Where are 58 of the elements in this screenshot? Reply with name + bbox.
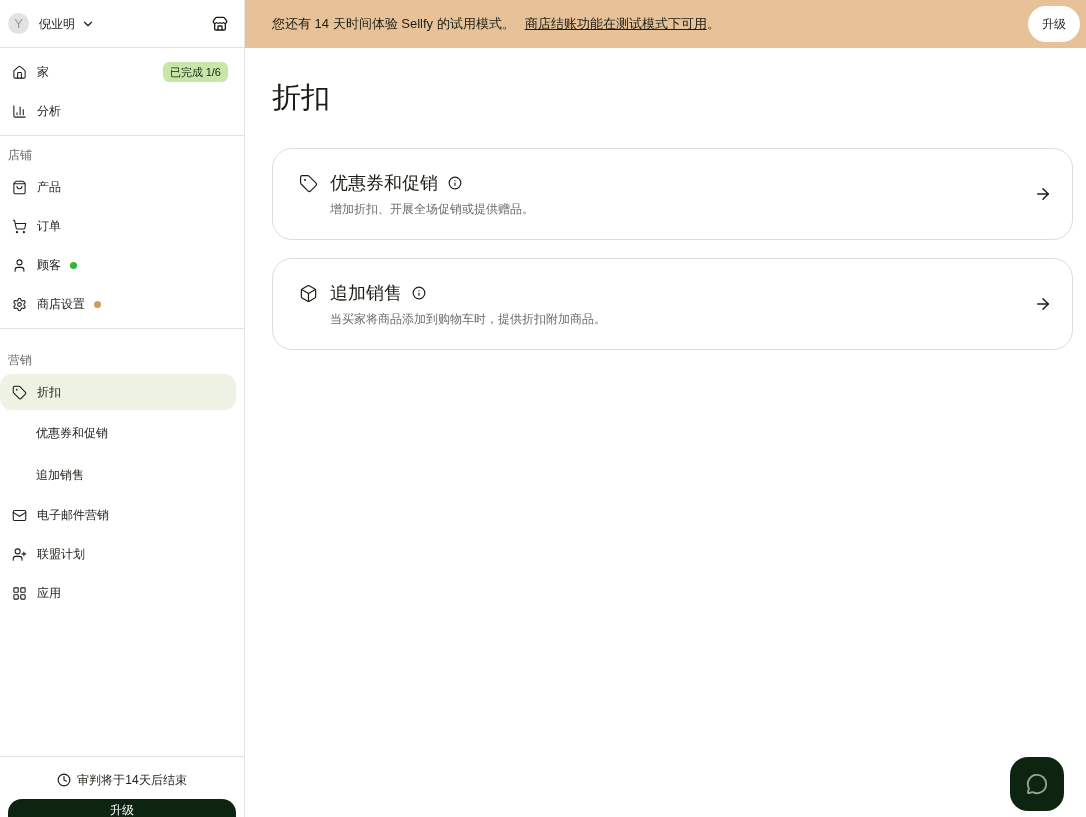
nav-label: 家	[37, 64, 49, 81]
card-title: 追加销售	[330, 281, 402, 305]
card-description: 当买家将商品添加到购物车时，提供折扣附加商品。	[330, 310, 606, 328]
grid-icon	[12, 585, 27, 601]
option-card[interactable]: 优惠券和促销 增加折扣、开展全场促销或提供赠品。	[272, 147, 1073, 240]
progress-badge: 已完成 1/6	[162, 61, 228, 83]
nav-item[interactable]: 商店设置	[0, 286, 236, 322]
option-card[interactable]: 追加销售 当买家将商品添加到购物车时，提供折扣附加商品。	[272, 257, 1073, 350]
nav-item[interactable]: 顾客	[0, 247, 236, 283]
cart-icon	[12, 218, 27, 234]
section-heading: 营销	[7, 352, 33, 369]
chat-icon	[1026, 773, 1048, 795]
card-title: 优惠券和促销	[330, 171, 438, 195]
settings-icon	[12, 296, 27, 312]
page-title: 折扣	[272, 80, 331, 115]
banner-text-end: 。	[706, 15, 720, 34]
nav-item[interactable]: 应用	[0, 575, 236, 611]
section-heading: 店铺	[7, 147, 33, 164]
nav-item[interactable]: 订单	[0, 208, 236, 244]
banner-upgrade-button[interactable]: 升级	[1028, 6, 1080, 42]
home-icon	[12, 64, 27, 80]
user-plus-icon	[12, 546, 27, 562]
sub-nav-item[interactable]: 优惠券和促销	[0, 413, 236, 452]
nav-item[interactable]: 产品	[0, 169, 236, 205]
nav-item[interactable]: 分析	[0, 93, 236, 129]
nav-label: 顾客	[37, 257, 61, 274]
info-icon[interactable]	[448, 176, 462, 190]
trial-note: 审判将于14天后结束	[77, 772, 187, 789]
banner-text: 您还有 14 天时间体验 Sellfy 的试用模式。	[272, 15, 515, 34]
store-icon[interactable]	[212, 15, 228, 32]
sub-nav-item[interactable]: 追加销售	[0, 455, 236, 494]
shopping-bag-icon	[12, 179, 27, 195]
clock-icon	[57, 773, 72, 787]
nav-label: 订单	[37, 218, 61, 235]
avatar: Y	[8, 13, 29, 34]
tag-icon	[299, 173, 318, 193]
mail-icon	[12, 507, 27, 523]
tag-icon	[12, 384, 27, 400]
info-icon[interactable]	[412, 286, 426, 300]
card-description: 增加折扣、开展全场促销或提供赠品。	[330, 200, 534, 218]
nav-label: 分析	[37, 103, 61, 120]
banner-link[interactable]: 商店结账功能在测试模式下可用	[524, 14, 707, 34]
nav-item[interactable]: 家 已完成 1/6	[0, 54, 236, 90]
account-menu[interactable]: 倪业明	[39, 14, 95, 33]
nav-item[interactable]: 联盟计划	[0, 536, 236, 572]
nav-label: 应用	[37, 585, 61, 602]
nav-label: 产品	[37, 179, 61, 196]
box-icon	[299, 283, 318, 303]
chat-button[interactable]	[1010, 757, 1064, 811]
upgrade-button[interactable]: 升级	[8, 799, 236, 817]
user-icon	[12, 257, 27, 273]
nav-item[interactable]: 折扣	[0, 374, 236, 410]
nav-item[interactable]: 电子邮件营销	[0, 497, 236, 533]
nav-label: 商店设置	[37, 296, 85, 313]
nav-label: 折扣	[37, 384, 61, 401]
nav-label: 电子邮件营销	[37, 507, 109, 524]
bar-chart-icon	[12, 103, 27, 119]
nav-label: 联盟计划	[37, 546, 85, 563]
